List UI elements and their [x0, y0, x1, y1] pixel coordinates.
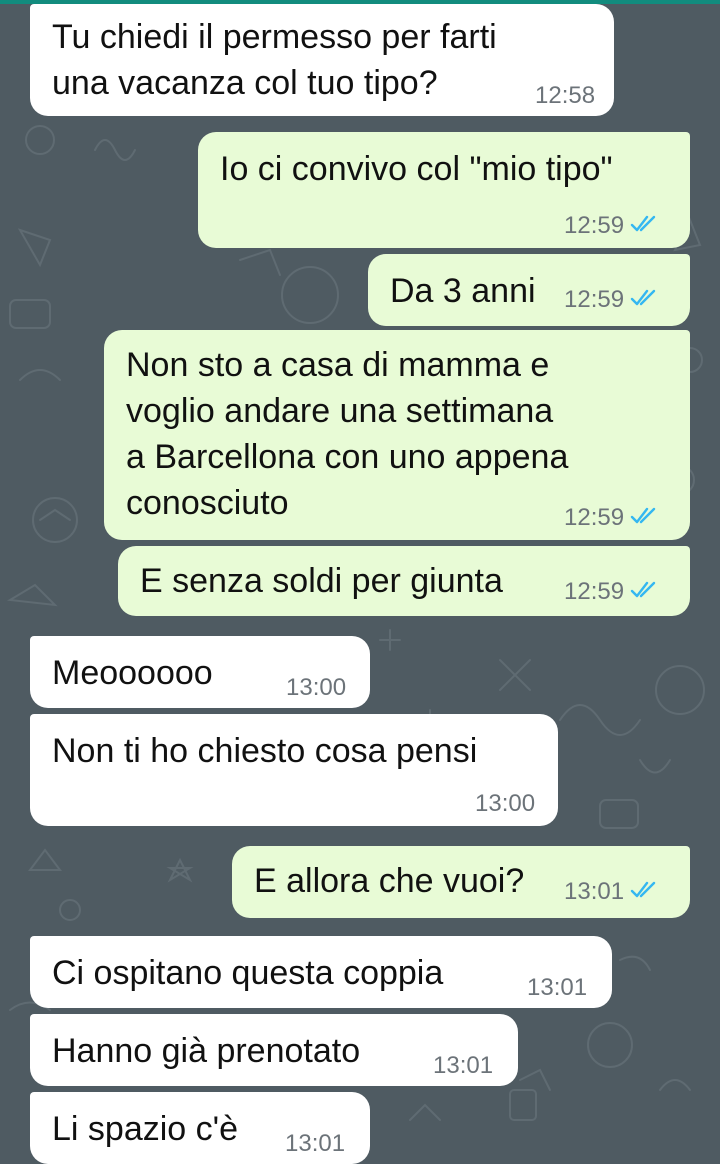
message-text: Non ti ho chiesto cosa pensi	[52, 732, 478, 770]
read-receipt-icon	[630, 504, 660, 532]
message-text: Hanno già prenotato	[52, 1032, 361, 1070]
read-receipt-icon	[630, 878, 660, 906]
message-meta: 13:01	[285, 1130, 345, 1158]
outgoing-message-bubble[interactable]: E senza soldi per giunta 12:59	[118, 546, 690, 616]
message-timestamp: 13:01	[285, 1130, 346, 1157]
incoming-message-bubble[interactable]: Ci ospitano questa coppia 13:01	[30, 936, 612, 1008]
message-text: Meoooooo	[52, 654, 213, 692]
message-text: Ci ospitano questa coppia	[52, 954, 444, 992]
message-meta: 13:01	[564, 878, 660, 906]
double-check-icon	[630, 507, 656, 524]
incoming-message-bubble[interactable]: Tu chiedi il permesso per farti una vaca…	[30, 4, 614, 116]
message-timestamp: 12:59	[564, 212, 625, 239]
message-meta: 13:00	[475, 790, 535, 818]
outgoing-message-bubble[interactable]: Non sto a casa di mamma e voglio andare …	[104, 330, 690, 540]
message-text: Non sto a casa di mamma e voglio andare …	[126, 346, 569, 522]
read-receipt-icon	[630, 212, 660, 240]
incoming-message-bubble[interactable]: Hanno già prenotato 13:01	[30, 1014, 518, 1086]
message-meta: 12:59	[564, 504, 660, 532]
message-meta: 12:59	[564, 578, 660, 606]
read-receipt-icon	[630, 578, 660, 606]
message-timestamp: 13:01	[564, 878, 625, 905]
message-text: E allora che vuoi?	[254, 862, 525, 900]
outgoing-message-bubble[interactable]: Da 3 anni 12:59	[368, 254, 690, 326]
incoming-message-bubble[interactable]: Non ti ho chiesto cosa pensi 13:00	[30, 714, 558, 826]
message-timestamp: 13:01	[433, 1052, 494, 1079]
double-check-icon	[630, 581, 656, 598]
message-meta: 12:59	[564, 286, 660, 314]
outgoing-message-bubble[interactable]: Io ci convivo col "mio tipo" 12:59	[198, 132, 690, 248]
message-timestamp: 12:58	[535, 82, 596, 109]
message-text: Tu chiedi il permesso per farti una vaca…	[52, 18, 497, 102]
message-text: Da 3 anni	[390, 272, 536, 310]
message-text: Li spazio c'è	[52, 1110, 239, 1148]
message-timestamp: 12:59	[564, 504, 625, 531]
message-meta: 13:01	[527, 974, 587, 1002]
message-meta: 13:01	[433, 1052, 493, 1080]
message-text: Io ci convivo col "mio tipo"	[220, 150, 613, 188]
message-timestamp: 12:59	[564, 578, 625, 605]
message-timestamp: 13:00	[286, 674, 347, 701]
double-check-icon	[630, 881, 656, 898]
double-check-icon	[630, 289, 656, 306]
outgoing-message-bubble[interactable]: E allora che vuoi? 13:01	[232, 846, 690, 918]
message-meta: 12:58	[535, 82, 595, 110]
message-timestamp: 13:01	[527, 974, 588, 1001]
message-meta: 13:00	[286, 674, 346, 702]
message-meta: 12:59	[564, 212, 660, 240]
read-receipt-icon	[630, 286, 660, 314]
incoming-message-bubble[interactable]: Meoooooo 13:00	[30, 636, 370, 708]
message-timestamp: 12:59	[564, 286, 625, 313]
incoming-message-bubble[interactable]: Li spazio c'è 13:01	[30, 1092, 370, 1164]
double-check-icon	[630, 215, 656, 232]
message-text: E senza soldi per giunta	[140, 562, 503, 600]
message-timestamp: 13:00	[475, 790, 536, 817]
